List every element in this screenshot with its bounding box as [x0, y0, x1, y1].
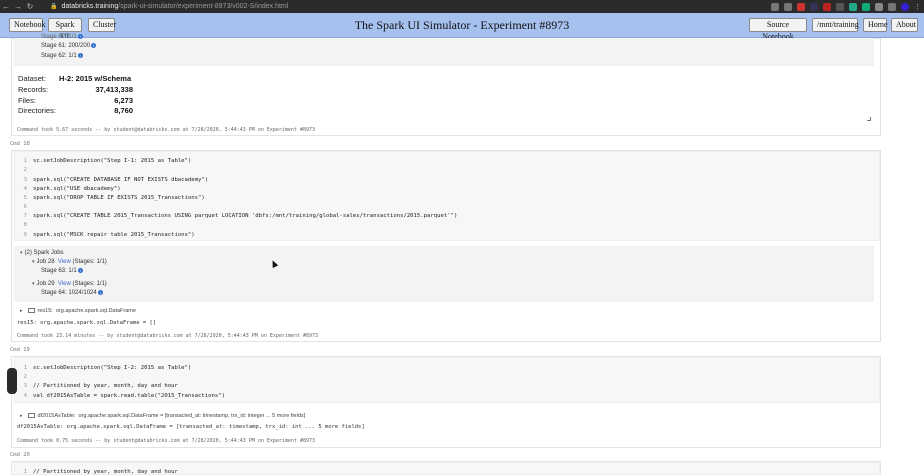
- extension-green2-icon[interactable]: [862, 2, 870, 11]
- cmd-label: Cmd 20: [10, 452, 30, 458]
- dataframe-output: res15: org.apache.spark.sql.DataFrame = …: [17, 320, 157, 326]
- home-button[interactable]: Home: [863, 18, 888, 32]
- code-editor[interactable]: 1 sc.setJobDescription("Step I-1: 2015 as…: [14, 151, 880, 241]
- stage-64: Stage 64: 1024/1024 i: [41, 290, 103, 296]
- simulator-header: Notebook Spark UI Cluster The Spark UI S…: [0, 13, 924, 41]
- dataset-label: Dataset:: [18, 74, 46, 83]
- records-value: 37,413,338: [95, 85, 133, 94]
- source-notebook-button[interactable]: Source Notebook: [749, 18, 807, 41]
- cell-drag-handle[interactable]: [7, 368, 17, 394]
- menu-dots-icon[interactable]: ⋮: [914, 3, 921, 11]
- extension-gray-icon[interactable]: [836, 2, 844, 11]
- table-icon: [27, 308, 35, 314]
- expand-icon: ▾: [20, 250, 23, 256]
- code-editor[interactable]: 1// Partitioned by year, month, day and …: [14, 462, 880, 475]
- cmd-label: Cmd 19: [10, 347, 30, 353]
- code-line[interactable]: 9 spark.sql("MSCK repair table 2015_Trans…: [15, 230, 195, 239]
- code-line[interactable]: 3 spark.sql("CREATE DATABASE IF NOT EXIST…: [15, 175, 209, 184]
- stage-63: Stage 63: 1/1 i: [41, 268, 83, 274]
- job-29-row: ▾ Job 29 View (Stages: 1/1): [32, 281, 107, 287]
- previous-jobs-box: [14, 38, 874, 66]
- extension-green-icon[interactable]: [849, 2, 857, 11]
- dataset-value: H-2: 2015 w/Schema: [59, 74, 132, 83]
- job-28-row: ▾ Job 28 View (Stages: 1/1): [32, 259, 107, 265]
- browser-toolbar: ← → ↻ 🔒 databricks.training /spark-ui-si…: [0, 0, 924, 13]
- lock-icon: 🔒: [50, 4, 58, 10]
- records-label: Records:: [18, 85, 49, 94]
- stage-62: Stage 62: 1/1 i: [41, 53, 83, 59]
- code-line[interactable]: 1// Partitioned by year, month, day and …: [15, 467, 178, 475]
- code-line[interactable]: 4 val df2015AsTable = spark.read.table("2…: [15, 391, 225, 400]
- stage-61: Stage 61: 200/200 i: [41, 43, 97, 49]
- files-value: 6,273: [114, 96, 133, 105]
- dataframe-output: df2015AsTable: org.apache.spark.sql.Data…: [17, 424, 365, 430]
- dataframe-schema-toggle[interactable]: ▸ res15: org.apache.spark.sql.DataFrame: [20, 308, 136, 314]
- collapse-icon: ▸: [20, 413, 23, 419]
- extension-icons: ⋮: [771, 0, 924, 13]
- code-line[interactable]: 6: [15, 202, 33, 211]
- info-icon[interactable]: i: [77, 53, 83, 58]
- extension-red-icon[interactable]: [797, 2, 805, 11]
- url-host[interactable]: databricks.training: [61, 3, 118, 10]
- files-label: Files:: [18, 96, 36, 105]
- spark-jobs-box: [14, 246, 874, 302]
- code-line[interactable]: 2: [15, 372, 33, 381]
- stage-partial: Stage 6?: 1/1 i: [41, 34, 83, 40]
- extension-red2-icon[interactable]: [823, 2, 831, 11]
- command-took-cmd18: Command took 23.14 minutes -- by student…: [17, 333, 319, 339]
- forward-arrow-icon[interactable]: →: [12, 2, 24, 11]
- spark-jobs-toggle[interactable]: ▾ (2) Spark Jobs: [20, 250, 64, 256]
- share-icon[interactable]: [771, 2, 779, 11]
- back-arrow-icon[interactable]: ←: [0, 2, 12, 11]
- star-icon[interactable]: [784, 2, 792, 11]
- info-icon[interactable]: i: [77, 268, 83, 273]
- expand-icon: ▾: [32, 259, 35, 265]
- cmd-label: Cmd 18: [10, 141, 30, 147]
- table-icon: [27, 413, 35, 419]
- code-editor[interactable]: 1 sc.setJobDescription("Step I-2: 2015 as…: [14, 357, 880, 403]
- sidebar-icon[interactable]: [888, 2, 896, 11]
- info-icon[interactable]: i: [77, 34, 83, 39]
- code-line[interactable]: 4 spark.sql("USE dbacademy"): [15, 184, 121, 193]
- code-line[interactable]: 3// Partitioned by year, month, day and …: [15, 381, 178, 390]
- code-line[interactable]: 2: [15, 165, 33, 174]
- job-28-view-link[interactable]: View: [58, 259, 71, 265]
- extension-dark-icon[interactable]: [810, 2, 818, 11]
- job-29-view-link[interactable]: View: [58, 281, 71, 287]
- command-took-cmd19: Command took 0.75 seconds -- by student@…: [17, 438, 316, 444]
- directories-value: 8,760: [114, 106, 133, 115]
- info-icon[interactable]: i: [97, 290, 103, 295]
- reload-icon[interactable]: ↻: [24, 2, 36, 11]
- code-line[interactable]: 8: [15, 220, 33, 229]
- directories-label: Directories:: [18, 106, 56, 115]
- code-line[interactable]: 1 sc.setJobDescription("Step I-2: 2015 as…: [15, 363, 192, 372]
- dataframe-schema-toggle[interactable]: ▸ df2015AsTable: org.apache.spark.sql.Dat…: [20, 413, 305, 419]
- url-path[interactable]: /spark-ui-simulator/experiment-8973/v002…: [118, 3, 288, 10]
- puzzle-icon[interactable]: [875, 2, 883, 11]
- code-line[interactable]: 5 spark.sql("DROP TABLE IF EXISTS 2015_Tr…: [15, 193, 205, 202]
- mnt-training-button[interactable]: /mnt/training: [812, 18, 859, 32]
- profile-avatar[interactable]: [901, 2, 909, 11]
- code-line[interactable]: 7 spark.sql("CREATE TABLE 2015_Transactio…: [15, 211, 458, 220]
- collapse-icon: ▸: [20, 308, 23, 314]
- resize-handle-icon[interactable]: [867, 117, 871, 121]
- command-took-prev: Command took 5.67 seconds -- by student@…: [17, 127, 316, 133]
- expand-icon: ▾: [32, 281, 35, 287]
- info-icon[interactable]: i: [91, 43, 97, 48]
- code-line[interactable]: 1 sc.setJobDescription("Step I-1: 2015 as…: [15, 156, 192, 165]
- about-button[interactable]: About: [891, 18, 918, 32]
